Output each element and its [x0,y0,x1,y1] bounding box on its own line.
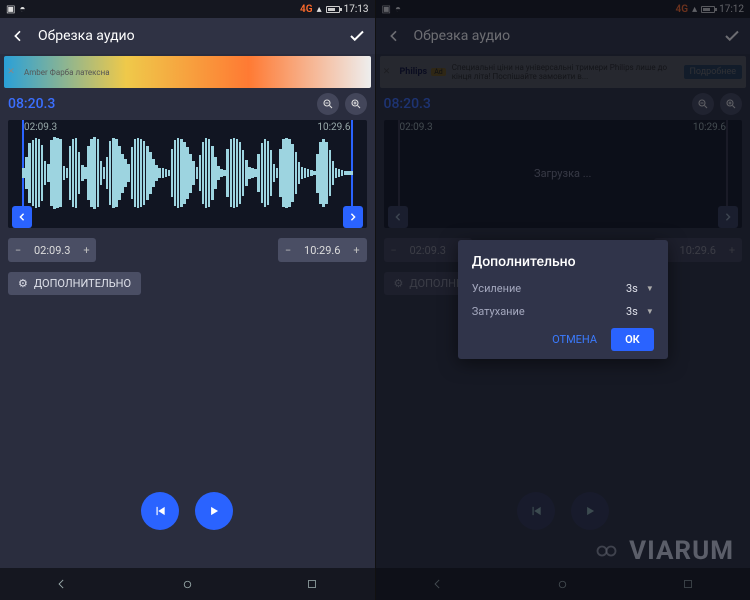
advanced-button[interactable]: ⚙ ДОПОЛНИТЕЛЬНО [8,272,141,295]
time-zoom-row: 08:20.3 [0,90,375,118]
chevron-down-icon: ▼ [646,284,654,293]
nav-home-button[interactable] [177,574,197,594]
range-end-value: 10:29.6 [298,244,346,257]
range-start-pill: − 02:09.3 + [8,238,96,262]
zoom-in-button[interactable] [345,93,367,115]
previous-button[interactable] [141,492,179,530]
play-button[interactable] [195,492,233,530]
waveform-canvas[interactable] [8,134,367,212]
fade-in-select[interactable]: 3s ▼ [626,282,654,295]
wave-start-label: 02:09.3 [24,122,57,133]
battery-icon [326,6,340,13]
android-navbar [0,568,375,600]
current-time-label: 08:20.3 [8,96,55,112]
ad-banner[interactable]: ✕ Amber Фарба латексна [4,56,371,88]
range-start-plus[interactable]: + [76,244,96,257]
range-end-pill: − 10:29.6 + [278,238,366,262]
status-time: 17:13 [344,4,369,15]
nav-recent-button[interactable] [302,574,322,594]
range-start-minus[interactable]: − [8,244,28,257]
waveform-area[interactable]: 02:09.3 10:29.6 [8,120,367,228]
ad-close-icon[interactable]: ✕ [4,67,18,77]
chevron-down-icon: ▼ [646,307,654,316]
fade-in-label: Усиление [472,282,521,295]
wave-end-label: 10:29.6 [317,122,350,133]
advanced-dialog: Дополнительно Усиление 3s ▼ Затухание 3s… [458,240,668,359]
network-4g-icon: 4G [300,4,313,15]
trim-handle-right[interactable] [343,206,363,228]
cloud-icon: ◓ [19,4,25,15]
range-end-minus[interactable]: − [278,244,298,257]
nav-back-button[interactable] [52,574,72,594]
zoom-out-button[interactable] [317,93,339,115]
page-title: Обрезка аудио [38,28,347,44]
screenshot-left: ▣ ◓ 4G ▴ 17:13 Обрезка аудио ✕ Amber Фар… [0,0,376,600]
dialog-ok-button[interactable]: ОК [611,328,654,351]
gear-icon: ⚙ [18,277,28,290]
status-bar: ▣ ◓ 4G ▴ 17:13 [0,0,375,18]
range-end-plus[interactable]: + [347,244,367,257]
app-bar: Обрезка аудио [0,18,375,54]
dialog-title: Дополнительно [472,254,654,270]
fade-out-label: Затухание [472,305,525,318]
signal-icon: ▴ [317,4,322,15]
notification-icon: ▣ [6,4,15,15]
back-button[interactable] [8,26,28,46]
range-start-value: 02:09.3 [28,244,76,257]
playback-controls [0,492,375,530]
advanced-label: ДОПОЛНИТЕЛЬНО [34,277,131,290]
dialog-cancel-button[interactable]: ОТМЕНА [546,329,603,350]
screenshot-right: ▣ ◓ 4G ▴ 17:12 Обрезка аудио ✕ Philips A… [376,0,750,600]
trim-handle-left[interactable] [12,206,32,228]
fade-out-select[interactable]: 3s ▼ [626,305,654,318]
ad-text: Amber Фарба латексна [18,68,371,77]
confirm-button[interactable] [347,26,367,46]
